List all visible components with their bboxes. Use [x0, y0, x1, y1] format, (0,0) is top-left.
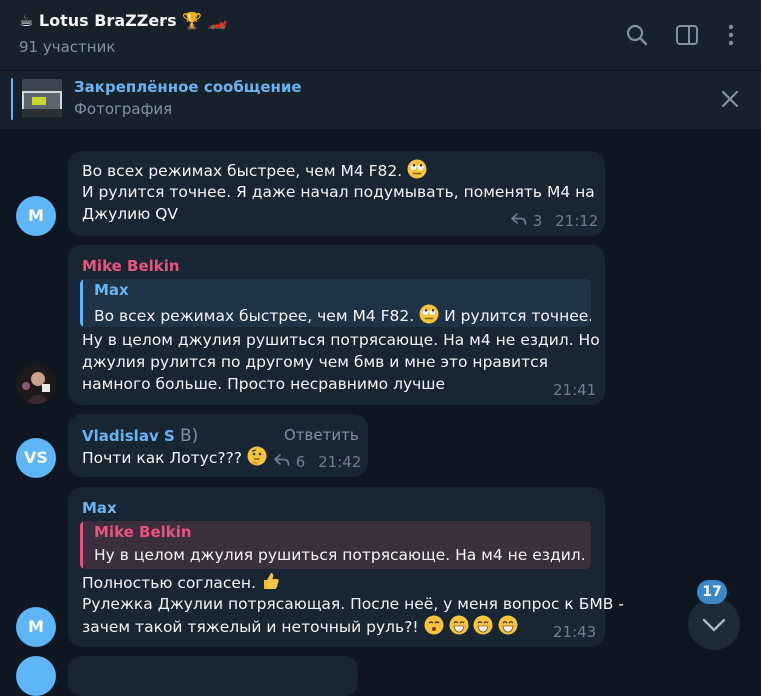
message-line: зачем такой тяжелый и неточный руль?! [82, 618, 419, 636]
message-time: 21:42 [318, 453, 362, 471]
reply-arrow-icon[interactable] [273, 453, 291, 471]
pinned-indicator [11, 78, 13, 120]
message-time: 21:41 [553, 381, 597, 399]
thinking-emoji-icon [247, 446, 267, 472]
reply-count[interactable]: 3 [533, 212, 543, 230]
message-line: Ну в целом джулия рушиться потрясающе. Н… [82, 331, 600, 349]
avatar[interactable] [16, 656, 56, 696]
message-line: Почти как Лотус??? [82, 449, 243, 467]
message-line: Джулию QV [82, 205, 179, 223]
grinning-emoji-icon [498, 615, 518, 641]
reply-count[interactable]: 6 [296, 453, 306, 471]
message-bubble[interactable] [68, 656, 358, 696]
sender-name[interactable]: Vladislav S [82, 427, 175, 445]
avatar[interactable]: VS [16, 438, 56, 478]
message-line: Полностью согласен. [82, 574, 256, 592]
avatar[interactable]: M [16, 607, 56, 647]
reply-button[interactable]: Ответить [284, 426, 359, 444]
unread-count-badge: 17 [697, 580, 727, 604]
message-line: намного больше. Просто несравнимо лучше [82, 375, 446, 393]
avatar[interactable] [16, 364, 56, 404]
grinning-emoji-icon [473, 615, 493, 641]
quote-sender: Max [94, 281, 129, 299]
reply-arrow-icon[interactable] [510, 212, 528, 230]
reply-quote[interactable]: Mike Belkin Ну в целом джулия рушиться п… [80, 521, 591, 569]
sender-name[interactable]: Mike Belkin [82, 257, 180, 275]
scroll-down-button[interactable] [688, 598, 740, 650]
quote-text: Во всех режимах быстрее, чем M4 F82. [94, 307, 415, 325]
sender-suffix: B) [179, 426, 199, 446]
search-icon[interactable] [624, 22, 650, 48]
kissing-emoji-icon [424, 615, 444, 641]
message-time: 21:12 [555, 212, 599, 230]
message-line: джулия рулится по другому чем бмв и мне … [82, 353, 548, 371]
grinning-emoji-icon [449, 615, 469, 641]
more-menu-icon[interactable] [718, 22, 744, 48]
sender-name[interactable]: Max [82, 499, 117, 517]
close-icon[interactable] [718, 87, 742, 111]
quote-text-tail: И рулится точнее.... [444, 307, 591, 325]
pinned-title: Закреплённое сообщение [74, 78, 302, 96]
chat-header[interactable]: ☕ Lotus BraZZers 🏆 🏎️ 91 участник [0, 0, 761, 70]
member-count: 91 участник [19, 38, 116, 56]
rolling-eyes-emoji-icon [419, 304, 439, 327]
message-bubble[interactable]: Во всех режимах быстрее, чем M4 F82. И р… [68, 151, 605, 236]
quote-sender: Mike Belkin [94, 523, 192, 541]
avatar[interactable]: M [16, 196, 56, 236]
message-bubble[interactable]: Max Mike Belkin Ну в целом джулия рушить… [68, 487, 624, 647]
chat-title[interactable]: ☕ Lotus BraZZers 🏆 🏎️ [19, 11, 228, 30]
quote-bar [80, 521, 83, 569]
message-line: Рулежка Джулии потрясающая. После неё, у… [82, 595, 624, 613]
quote-bar [80, 279, 83, 327]
message-bubble[interactable]: Mike Belkin Max Во всех режимах быстрее,… [68, 245, 605, 405]
message-bubble[interactable]: Vladislav S B) Ответить Почти как Лотус?… [68, 414, 368, 477]
pinned-message-bar[interactable]: Закреплённое сообщение Фотография [0, 70, 761, 129]
chevron-down-icon [702, 618, 726, 632]
sidebar-toggle-icon[interactable] [674, 22, 700, 48]
message-line: Во всех режимах быстрее, чем M4 F82. [82, 162, 403, 180]
reply-quote[interactable]: Max Во всех режимах быстрее, чем M4 F82.… [80, 279, 591, 327]
message-time: 21:43 [553, 623, 597, 641]
pinned-subtitle: Фотография [74, 100, 173, 118]
pinned-photo-thumbnail [22, 79, 62, 117]
message-line: И рулится точнее. Я даже начал подумыват… [82, 183, 595, 201]
quote-text: Ну в целом джулия рушиться потрясающе. Н… [94, 546, 591, 564]
